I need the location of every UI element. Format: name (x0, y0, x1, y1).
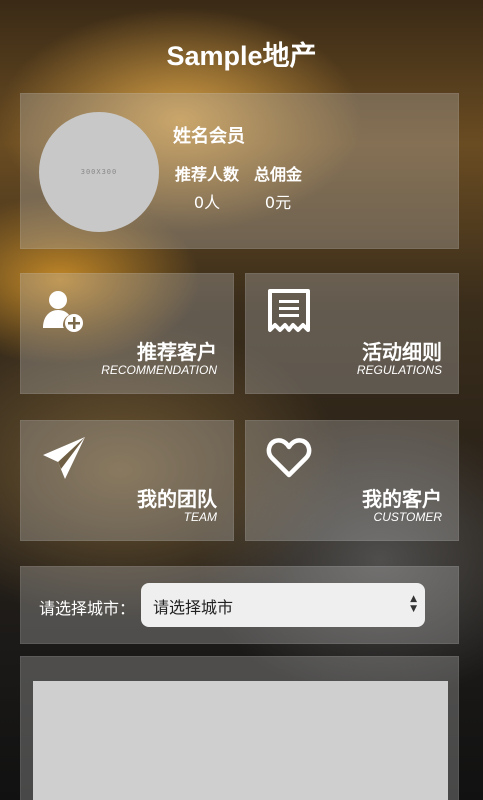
city-select[interactable]: 请选择城市 ▲ ▼ (141, 583, 425, 627)
tile-subtitle: CUSTOMER (373, 510, 442, 524)
avatar[interactable]: 300X300 (39, 112, 159, 232)
member-name: 姓名会员 (173, 126, 245, 147)
my-team-tile[interactable]: 我的团队 TEAM (20, 420, 234, 541)
commission-stat: 总佣金 0元 (251, 161, 305, 213)
tile-subtitle: RECOMMENDATION (101, 363, 217, 377)
my-customer-tile[interactable]: 我的客户 CUSTOMER (245, 420, 459, 541)
heart-icon (266, 438, 312, 478)
regulations-tile[interactable]: 活动细则 REGULATIONS (245, 273, 459, 394)
commission-label: 总佣金 (253, 165, 302, 184)
image-placeholder (33, 681, 448, 800)
add-user-icon (43, 291, 83, 332)
referrals-stat: 推荐人数 0人 (171, 161, 243, 213)
tile-title: 我的客户 (362, 487, 442, 511)
commission-value: 0元 (264, 193, 292, 212)
city-label: 请选择城市： (39, 599, 136, 618)
receipt-icon (268, 289, 310, 332)
city-selector-panel: 请选择城市： 请选择城市 ▲ ▼ (20, 566, 459, 644)
paper-plane-icon (43, 437, 85, 479)
city-select-value: 请选择城市 (153, 598, 234, 617)
page-title: Sample地产 (166, 41, 317, 71)
referrals-label: 推荐人数 (174, 165, 239, 184)
avatar-placeholder-text: 300X300 (80, 168, 118, 176)
content-panel (20, 656, 459, 800)
tile-title: 推荐客户 (137, 340, 217, 364)
profile-card: 300X300 姓名会员 推荐人数 0人 总佣金 0元 (20, 93, 459, 249)
tile-title: 活动细则 (362, 340, 442, 364)
select-arrows-icon: ▲ ▼ (410, 594, 417, 614)
tile-title: 我的团队 (137, 487, 217, 511)
tile-subtitle: REGULATIONS (356, 363, 442, 377)
referrals-value: 0人 (193, 193, 221, 212)
recommend-customer-tile[interactable]: 推荐客户 RECOMMENDATION (20, 273, 234, 394)
tile-subtitle: TEAM (183, 510, 217, 524)
